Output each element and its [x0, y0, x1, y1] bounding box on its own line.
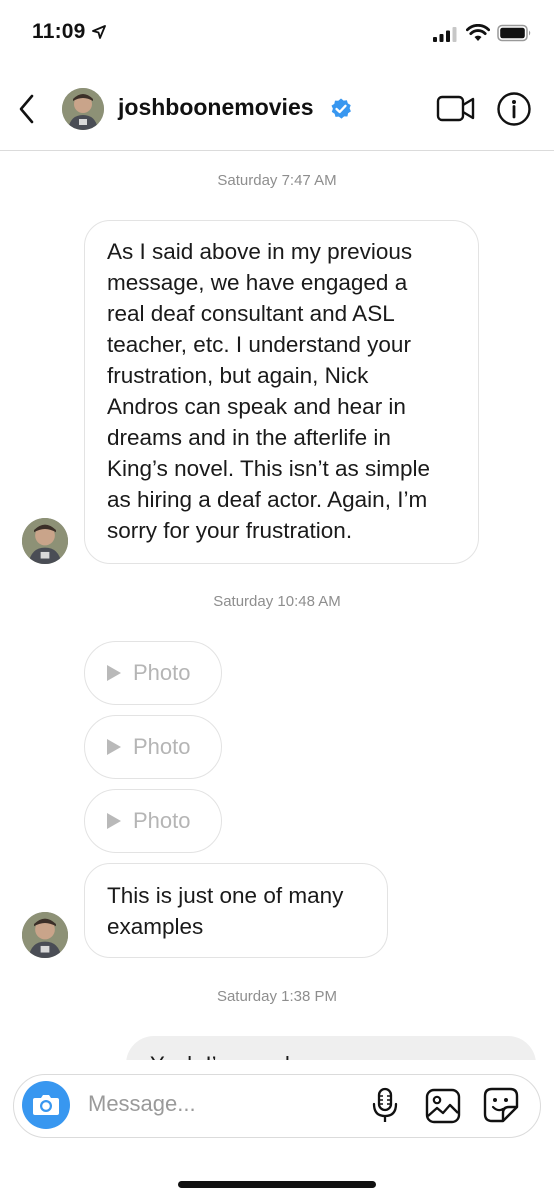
- incoming-message-bubble[interactable]: This is just one of many examples: [84, 863, 388, 958]
- message-line: teacher, etc. I understand your: [107, 332, 411, 357]
- photo-message[interactable]: Photo: [84, 715, 222, 779]
- timestamp: Saturday 7:47 AM: [217, 172, 337, 189]
- message-line: This is just one of many: [107, 883, 344, 908]
- photo-label: Photo: [133, 808, 191, 833]
- status-time: 11:09: [32, 20, 86, 43]
- photo-message[interactable]: Photo: [84, 789, 222, 853]
- home-indicator[interactable]: [178, 1181, 376, 1188]
- timestamp: Saturday 1:38 PM: [216, 988, 338, 1005]
- message-line: dreams and in the afterlife in: [107, 425, 391, 450]
- video-call-icon[interactable]: [436, 94, 476, 124]
- play-icon: [107, 813, 121, 829]
- message-line: Andros can speak and hear in: [107, 394, 406, 419]
- verified-badge-icon: [331, 98, 351, 119]
- photo-message[interactable]: Photo: [84, 641, 222, 705]
- gallery-icon[interactable]: [424, 1087, 462, 1125]
- message-line: examples: [107, 914, 204, 939]
- photo-label: Photo: [133, 734, 191, 759]
- sender-avatar[interactable]: [22, 518, 68, 564]
- photo-label: Photo: [133, 660, 191, 685]
- message-line: King’s novel. This isn’t as simple: [107, 456, 431, 481]
- incoming-message-bubble[interactable]: As I said above in my previous message, …: [84, 220, 479, 564]
- message-composer: [13, 1074, 541, 1138]
- message-line: as hiring a deaf actor. Again, I’m: [107, 487, 428, 512]
- play-icon: [107, 665, 121, 681]
- message-line: As I said above in my previous: [107, 239, 413, 264]
- location-arrow-icon: [92, 25, 106, 39]
- wifi-icon: [466, 24, 490, 41]
- camera-icon: [33, 1095, 59, 1115]
- message-input[interactable]: [88, 1091, 338, 1117]
- battery-icon: [497, 24, 531, 42]
- status-bar: 11:09: [0, 0, 554, 70]
- back-chevron-icon[interactable]: [14, 92, 42, 126]
- info-icon[interactable]: [496, 91, 532, 127]
- chat-username[interactable]: joshboonemovies: [118, 94, 314, 121]
- sticker-icon[interactable]: [482, 1086, 520, 1124]
- timestamp: Saturday 10:48 AM: [213, 593, 341, 610]
- play-icon: [107, 739, 121, 755]
- chat-header: joshboonemovies: [0, 70, 554, 151]
- message-line: message, we have engaged a: [107, 270, 408, 295]
- message-line: sorry for your frustration.: [107, 518, 353, 543]
- microphone-icon[interactable]: [370, 1087, 400, 1125]
- message-line: frustration, but again, Nick: [107, 363, 369, 388]
- camera-button[interactable]: [22, 1081, 70, 1129]
- header-avatar[interactable]: [62, 88, 104, 130]
- cellular-signal-icon: [433, 27, 457, 42]
- message-line: real deaf consultant and ASL: [107, 301, 395, 326]
- sender-avatar[interactable]: [22, 912, 68, 958]
